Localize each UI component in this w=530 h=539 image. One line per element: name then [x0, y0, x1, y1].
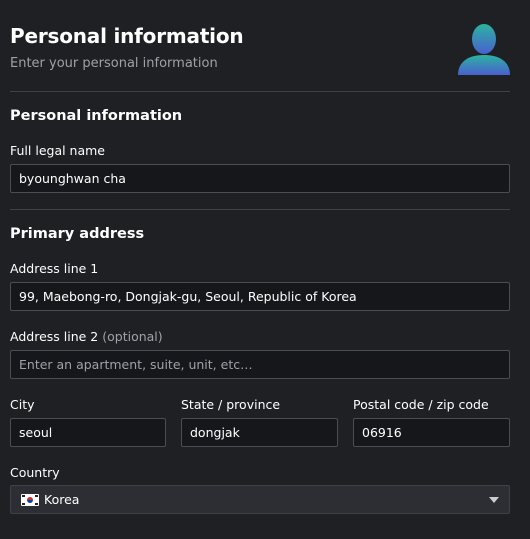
postal-code-label: Postal code / zip code	[353, 397, 489, 412]
section-divider	[10, 209, 510, 210]
header-divider	[10, 91, 510, 92]
chevron-down-icon[interactable]	[489, 496, 499, 503]
city-label: City	[10, 397, 35, 412]
country-label: Country	[10, 465, 60, 480]
user-avatar-icon	[458, 24, 510, 75]
state-label: State / province	[181, 397, 281, 412]
postal-code-input[interactable]	[353, 418, 510, 447]
section-title-personal: Personal information	[10, 108, 183, 124]
address-line1-label: Address line 1	[10, 261, 99, 276]
address-line2-label-text: Address line 2	[10, 329, 99, 344]
full-name-label: Full legal name	[10, 143, 106, 158]
address-line1-input[interactable]	[10, 282, 510, 311]
optional-tag: (optional)	[102, 329, 163, 344]
city-input[interactable]	[10, 418, 166, 447]
page-subtitle: Enter your personal information	[10, 56, 218, 71]
korea-flag-icon	[21, 493, 39, 506]
address-line2-input[interactable]	[10, 350, 510, 379]
section-title-address: Primary address	[10, 226, 145, 242]
country-select-value: Korea	[44, 492, 80, 507]
full-name-input[interactable]	[10, 164, 510, 193]
address-line2-label: Address line 2 (optional)	[10, 329, 163, 344]
state-input[interactable]	[181, 418, 338, 447]
page-title: Personal information	[10, 24, 244, 48]
country-select[interactable]: Korea	[10, 485, 510, 514]
